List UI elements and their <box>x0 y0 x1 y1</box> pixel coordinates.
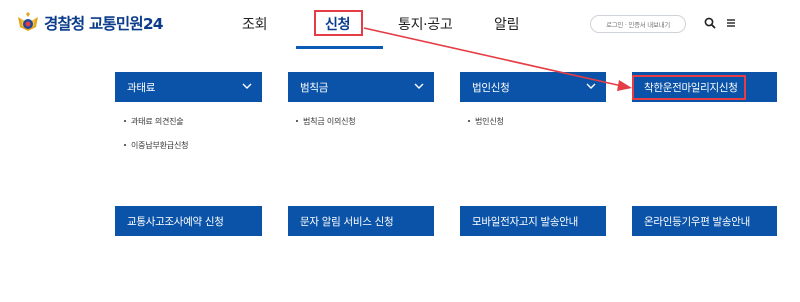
card-online-registered-mail[interactable]: 온라인등기우편 발송안내 <box>632 206 777 236</box>
nav-application-highlight-box <box>314 10 363 36</box>
card-fine-label: 과태료 <box>127 81 156 94</box>
sub-item-double-payment-refund[interactable]: 이중납부환급신청 <box>124 140 188 151</box>
nav-alert[interactable]: 알림 <box>494 14 519 34</box>
police-emblem-icon <box>18 12 38 31</box>
login-button[interactable]: 로그인 · 인증서 내보내기 <box>590 15 686 33</box>
chevron-down-icon <box>414 83 424 89</box>
menu-icon[interactable] <box>724 16 738 30</box>
nav-inquiry[interactable]: 조회 <box>242 14 267 34</box>
bullet <box>468 119 470 122</box>
logo-text: 경찰청 교통민원24 <box>44 15 164 33</box>
card-good-driving-highlight-box <box>632 75 746 100</box>
logo[interactable]: 경찰청 교통민원24 <box>16 11 164 35</box>
chevron-down-icon <box>242 83 252 89</box>
card-mobile-e-notice[interactable]: 모바일전자고지 발송안내 <box>460 206 606 236</box>
sub-item-corporate-application[interactable]: 법인신청 <box>468 116 504 127</box>
card-corporate-label: 법인신청 <box>472 81 510 94</box>
sub-item-penalty-objection[interactable]: 범칙금 이의신청 <box>296 116 356 127</box>
card-label: 교통사고조사예약 신청 <box>127 215 224 228</box>
nav-notice[interactable]: 통지·공고 <box>398 14 453 34</box>
header: 경찰청 교통민원24 조회 신청 통지·공고 알림 로그인 · 인증서 내보내기 <box>0 0 800 50</box>
card-penalty[interactable]: 범칙금 <box>288 72 434 102</box>
card-corporate[interactable]: 법인신청 <box>460 72 606 102</box>
nav-active-underline <box>296 46 383 49</box>
search-icon[interactable] <box>703 16 717 30</box>
card-label: 문자 알림 서비스 신청 <box>300 215 394 228</box>
card-penalty-label: 범칙금 <box>300 81 329 94</box>
bullet <box>296 119 298 122</box>
card-label: 온라인등기우편 발송안내 <box>644 215 750 228</box>
bullet <box>124 119 126 122</box>
card-sms-alert-service[interactable]: 문자 알림 서비스 신청 <box>288 206 434 236</box>
sub-item-fine-opinion[interactable]: 과태료 의견진술 <box>124 116 184 127</box>
card-accident-investigation-reservation[interactable]: 교통사고조사예약 신청 <box>115 206 262 236</box>
chevron-down-icon <box>586 83 596 89</box>
bullet <box>124 143 126 146</box>
card-fine[interactable]: 과태료 <box>115 72 262 102</box>
card-label: 모바일전자고지 발송안내 <box>472 215 578 228</box>
